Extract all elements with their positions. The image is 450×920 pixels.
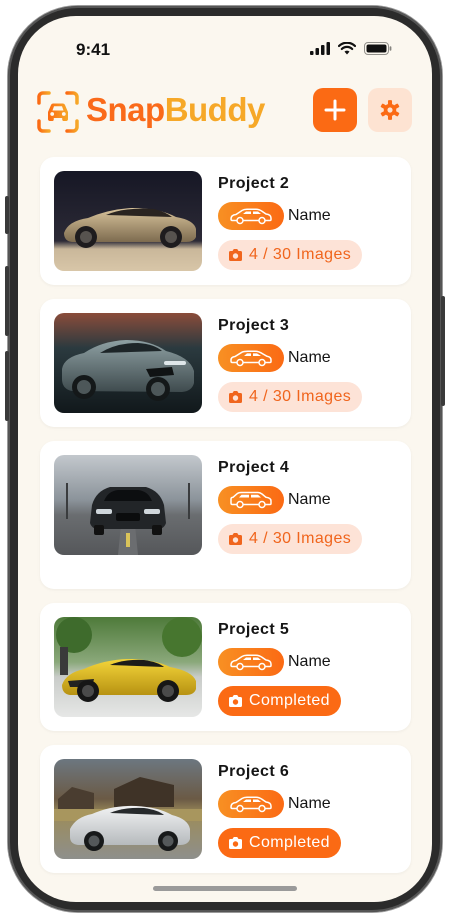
project-name-label: Name <box>288 491 331 508</box>
camera-icon <box>229 391 242 403</box>
status-text: Completed <box>249 834 330 851</box>
vehicle-tag <box>218 486 284 514</box>
app-logo-text: SnapBuddy <box>86 91 265 128</box>
project-name-label: Name <box>288 795 331 812</box>
plus-icon <box>324 99 346 121</box>
car-icon <box>230 654 272 671</box>
app-header: SnapBuddy <box>18 86 432 136</box>
add-project-button[interactable] <box>313 88 357 132</box>
status-text: Completed <box>249 692 330 709</box>
project-name-label: Name <box>288 653 331 670</box>
project-thumbnail <box>54 759 202 859</box>
volume-down-button <box>5 351 9 421</box>
car-icon <box>230 796 272 813</box>
project-thumbnail <box>54 313 202 413</box>
settings-button[interactable] <box>368 88 412 132</box>
camera-icon <box>229 533 242 545</box>
car-icon <box>230 208 272 225</box>
camera-icon <box>229 249 242 261</box>
project-thumbnail <box>54 455 202 555</box>
project-title: Project 5 <box>218 621 290 638</box>
signal-icon <box>310 42 330 55</box>
project-thumbnail <box>54 617 202 717</box>
gear-icon <box>380 100 400 120</box>
project-card[interactable]: Project 4 Name 4 / 30 Images <box>40 441 411 589</box>
battery-icon <box>364 42 392 55</box>
power-button <box>441 296 445 406</box>
vehicle-tag <box>218 648 284 676</box>
project-card[interactable]: Project 3 Name 4 / 30 Images <box>40 299 411 427</box>
status-time: 9:41 <box>76 40 111 59</box>
project-thumbnail <box>54 171 202 271</box>
camera-icon <box>229 695 242 707</box>
status-badge: Completed <box>218 686 341 716</box>
vehicle-tag <box>218 202 284 230</box>
suv-icon <box>230 491 272 509</box>
status-bar: 9:41 <box>18 38 432 62</box>
volume-up-button <box>5 266 9 336</box>
project-title: Project 3 <box>218 317 290 334</box>
status-text: 4 / 30 Images <box>249 388 352 405</box>
project-card[interactable]: Project 5 Name Completed <box>40 603 411 731</box>
wifi-icon <box>338 42 356 55</box>
project-card[interactable]: Project 2 Name 4 / 30 Images <box>40 157 411 285</box>
home-indicator[interactable] <box>153 886 297 891</box>
project-title: Project 4 <box>218 459 290 476</box>
camera-car-logo-icon <box>37 91 79 133</box>
app-screen: 9:41 SnapBuddy Project 2 Name 4 / 30 Ima… <box>18 16 432 902</box>
status-badge: 4 / 30 Images <box>218 240 363 270</box>
status-text: 4 / 30 Images <box>249 246 352 263</box>
vehicle-tag <box>218 344 284 372</box>
status-badge: 4 / 30 Images <box>218 382 363 412</box>
project-title: Project 2 <box>218 175 290 192</box>
status-badge: 4 / 30 Images <box>218 524 363 554</box>
vehicle-tag <box>218 790 284 818</box>
project-name-label: Name <box>288 349 331 366</box>
camera-icon <box>229 837 242 849</box>
project-card[interactable]: Project 6 Name Completed <box>40 745 411 873</box>
action-button <box>5 196 9 234</box>
project-title: Project 6 <box>218 763 290 780</box>
status-text: 4 / 30 Images <box>249 530 352 547</box>
status-badge: Completed <box>218 828 341 858</box>
car-icon <box>230 350 272 367</box>
project-name-label: Name <box>288 207 331 224</box>
